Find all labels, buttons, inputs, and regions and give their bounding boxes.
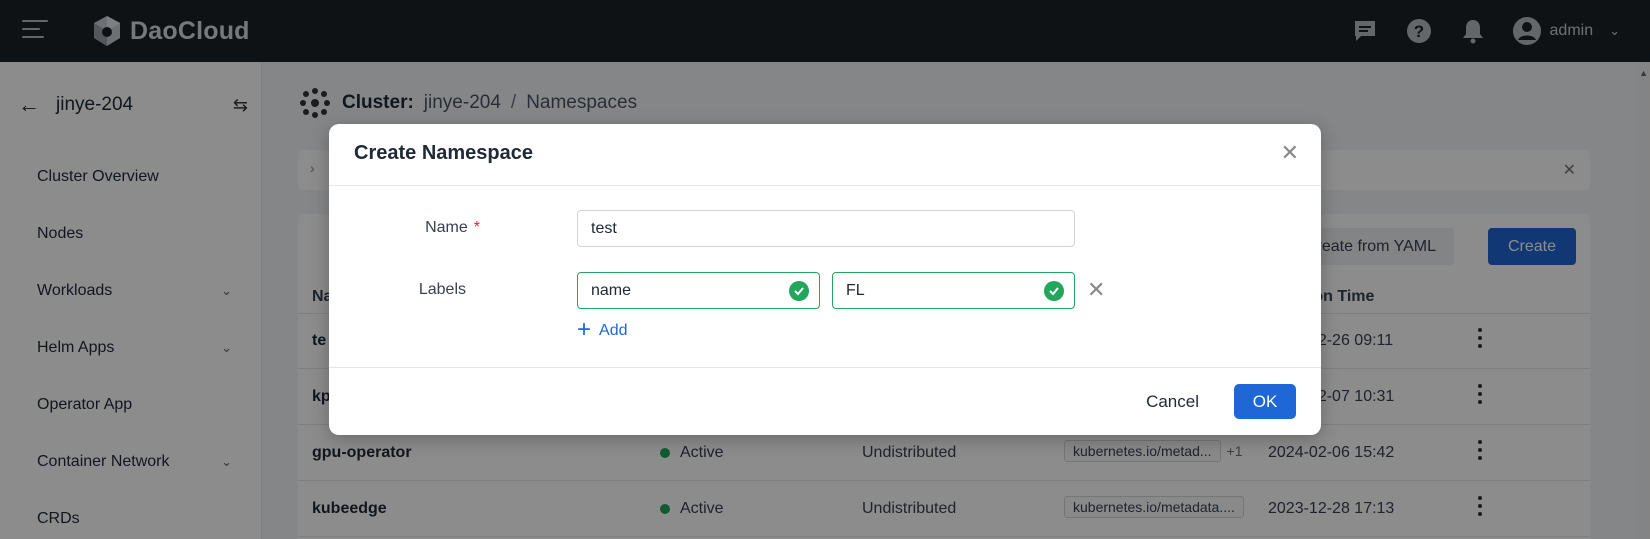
label-key-value: name (591, 281, 632, 299)
ok-button[interactable]: OK (1234, 384, 1296, 419)
labels-field-label: Labels (418, 281, 466, 298)
create-namespace-dialog: Create Namespace ✕ Name * test Labels nam… (329, 124, 1321, 435)
add-label-button[interactable]: + Add (577, 316, 628, 343)
label-value-value: FL (846, 281, 865, 299)
check-circle-icon (1044, 281, 1064, 301)
required-mark: * (473, 219, 480, 236)
dialog-header: Create Namespace ✕ (329, 124, 1321, 186)
plus-icon: + (577, 316, 592, 343)
cancel-button[interactable]: Cancel (1146, 384, 1199, 419)
dialog-title: Create Namespace (354, 142, 533, 164)
name-input[interactable]: test (577, 210, 1075, 247)
name-field-label: Name * (360, 219, 480, 237)
dialog-footer-divider (329, 367, 1321, 368)
label-key-input[interactable]: name (577, 272, 820, 309)
label-value-input[interactable]: FL (832, 272, 1075, 309)
close-icon[interactable]: ✕ (1281, 142, 1299, 164)
add-label-text: Add (599, 322, 628, 339)
remove-label-icon[interactable]: ✕ (1087, 279, 1105, 301)
name-label-text: Name (425, 219, 468, 236)
check-circle-icon (789, 281, 809, 301)
